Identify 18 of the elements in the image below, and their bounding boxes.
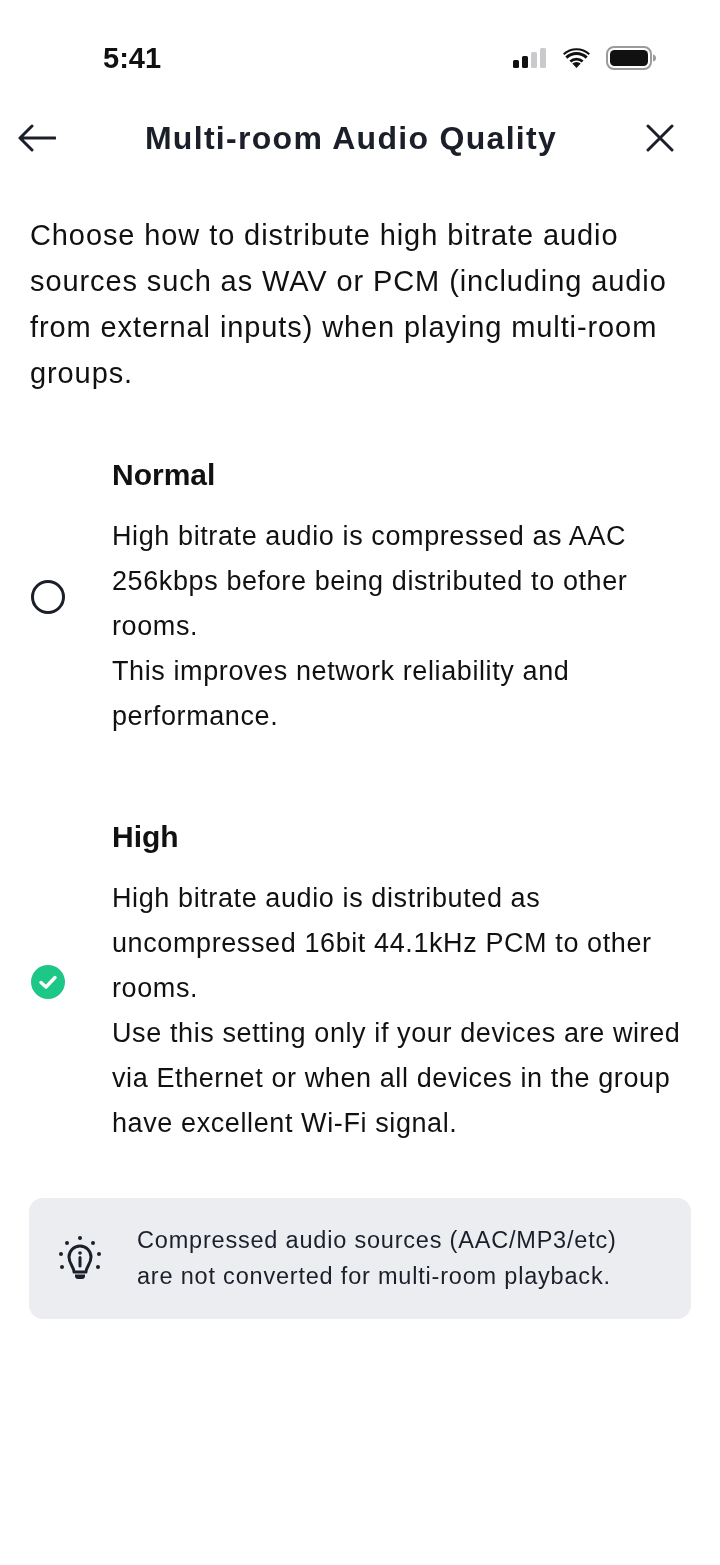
option-description: High bitrate audio is distributed as uncompressed 16bit 44.1kHz PCM to other rooms. (112, 882, 653, 1005)
radio-button[interactable] (31, 964, 65, 999)
hint-text: Compressed audio sources (AAC/MP3/etc) are not converted for multi-room playback. (137, 1226, 618, 1291)
arrow-left-icon (18, 124, 56, 152)
option-description: Use this setting only if your devices are wired via Ethernet or when all devices in the group have excellent Wi-Fi signal. (112, 1017, 682, 1140)
option-description: High bitrate audio is compressed as AAC 256kbps before being distributed to other rooms. (112, 520, 629, 643)
battery-icon (606, 46, 656, 70)
intro-text: Choose how to distribute high bitrate audio sources such as WAV or PCM (including audio from external inputs) when playing multi-room groups. (30, 218, 668, 391)
option-title: Normal (112, 457, 217, 493)
option-description: This improves network reliability and performance. (112, 655, 571, 733)
option-title: High (112, 819, 180, 855)
radio-button[interactable] (31, 580, 65, 614)
status-time: 5:41 (103, 43, 162, 73)
screen-title: Multi-room Audio Quality (144, 119, 558, 158)
close-icon (646, 124, 674, 152)
lightbulb-icon (58, 1236, 102, 1280)
signal-icon (513, 48, 547, 68)
wifi-icon (563, 48, 590, 68)
